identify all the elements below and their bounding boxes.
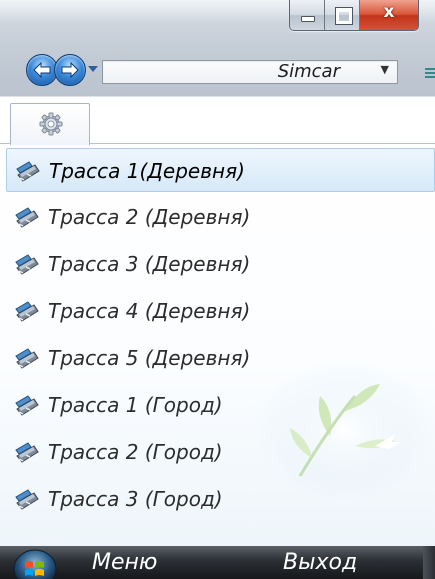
chevron-down-icon[interactable] xyxy=(87,64,99,74)
list-item-label: Трасса 4 (Деревня) xyxy=(48,299,251,323)
list-item[interactable]: Трасса 3 (Деревня) xyxy=(6,242,435,286)
address-combo[interactable]: Simcar ▼ xyxy=(102,60,398,84)
list-item-label: Трасса 2 (Город) xyxy=(48,440,223,464)
forward-arrow-icon xyxy=(61,61,79,79)
minimize-button[interactable] xyxy=(290,0,325,30)
close-icon: x xyxy=(383,2,395,22)
title-bar: x xyxy=(0,0,435,48)
exit-softkey[interactable]: Выход xyxy=(283,546,357,579)
address-value: Simcar xyxy=(277,61,340,82)
tab-settings[interactable] xyxy=(10,103,90,145)
track-icon xyxy=(15,301,39,322)
track-icon xyxy=(16,161,40,182)
list-item[interactable]: Трасса 2 (Деревня) xyxy=(6,195,435,239)
list-item-label: Трасса 1 (Город) xyxy=(48,393,223,417)
gear-icon xyxy=(39,112,63,136)
address-dropdown-icon[interactable]: ▼ xyxy=(381,63,389,76)
list-item[interactable]: Трасса 5 (Деревня) xyxy=(6,336,435,380)
maximize-button[interactable] xyxy=(325,0,360,30)
close-button[interactable]: x xyxy=(360,0,418,30)
track-list: Трасса 1(Деревня) Трасса 2 (Деревня) Трасс… xyxy=(0,146,435,546)
softkey-edge xyxy=(423,546,435,579)
minimize-icon xyxy=(301,16,315,22)
back-arrow-icon xyxy=(33,61,51,79)
list-item-label: Трасса 3 (Деревня) xyxy=(48,252,251,276)
track-icon xyxy=(15,254,39,275)
list-item[interactable]: Трасса 2 (Город) xyxy=(6,430,435,474)
menu-softkey[interactable]: Меню xyxy=(92,546,157,579)
windows-start-icon[interactable] xyxy=(12,549,58,579)
softkey-bar: Меню Выход xyxy=(0,546,435,579)
navigation-bar: Simcar ▼ xyxy=(0,48,435,96)
menu-lines-icon[interactable] xyxy=(423,68,435,78)
list-item[interactable]: Трасса 1 (Город) xyxy=(6,383,435,427)
list-item[interactable]: Трасса 1(Деревня) xyxy=(6,148,435,192)
track-icon xyxy=(15,442,39,463)
maximize-icon xyxy=(335,7,353,25)
track-icon xyxy=(15,207,39,228)
tab-row xyxy=(0,96,435,145)
track-icon xyxy=(15,348,39,369)
forward-button[interactable] xyxy=(54,54,86,86)
caption-buttons: x xyxy=(289,0,419,31)
list-item-label: Трасса 2 (Деревня) xyxy=(48,205,251,229)
list-item[interactable]: Трасса 4 (Деревня) xyxy=(6,289,435,333)
list-item[interactable]: Трасса 3 (Город) xyxy=(6,477,435,521)
track-icon xyxy=(15,489,39,510)
list-item-label: Трасса 1(Деревня) xyxy=(49,159,245,183)
track-icon xyxy=(15,395,39,416)
list-item-label: Трасса 5 (Деревня) xyxy=(48,346,251,370)
list-item-label: Трасса 3 (Город) xyxy=(48,487,223,511)
